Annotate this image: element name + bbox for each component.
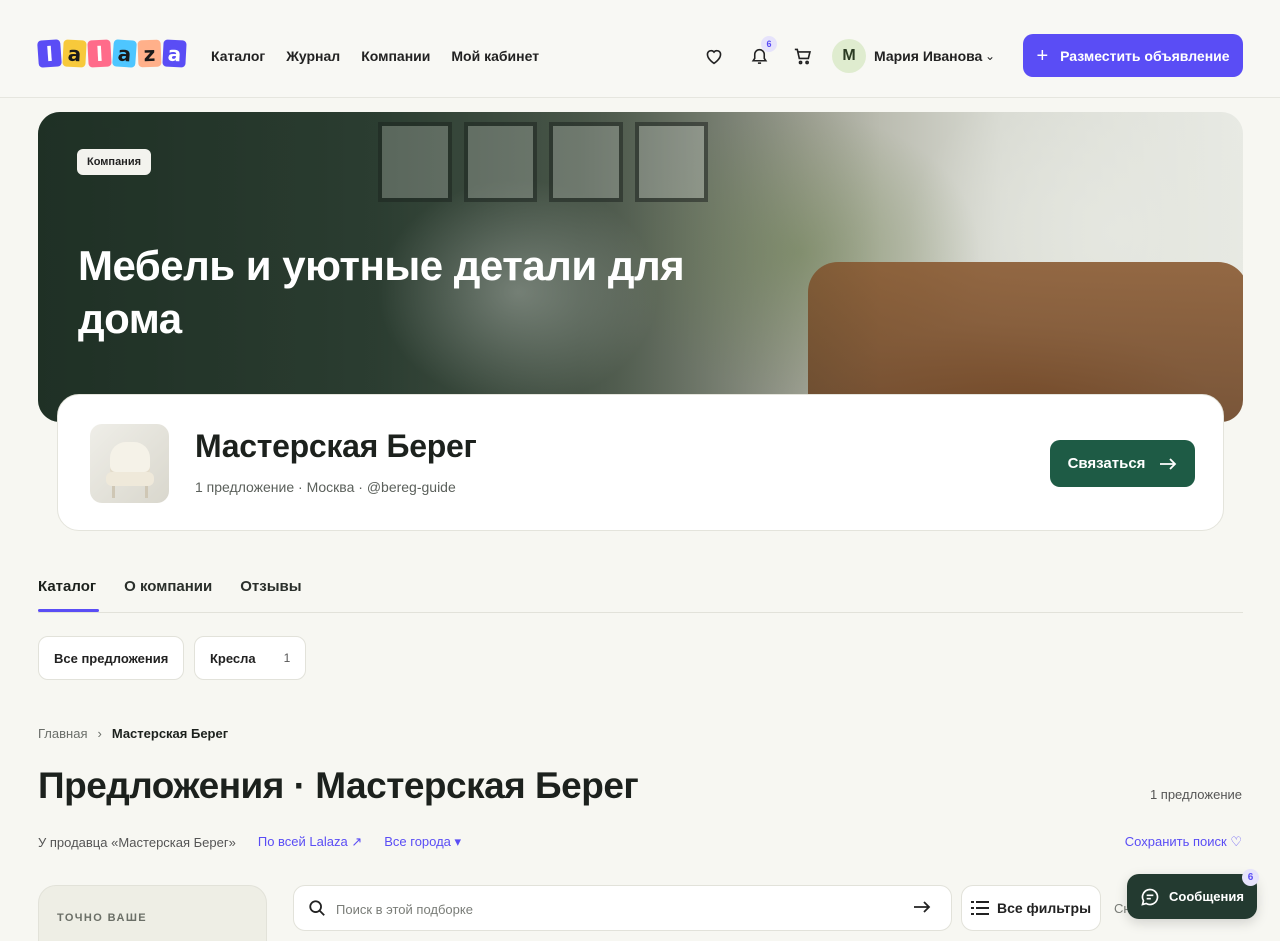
tab-reviews[interactable]: Отзывы xyxy=(240,578,301,595)
logo-letter: a xyxy=(162,39,187,68)
filters-icon xyxy=(970,901,989,915)
messages-button[interactable]: Сообщения xyxy=(1127,874,1257,919)
nav-catalog[interactable]: Каталог xyxy=(211,48,265,64)
arrow-right-icon xyxy=(1160,457,1177,470)
chevron-down-icon[interactable]: ⌄ xyxy=(985,49,995,63)
breadcrumb-home[interactable]: Главная xyxy=(38,726,87,741)
avatar[interactable]: М xyxy=(832,39,866,73)
chat-icon xyxy=(1141,888,1159,906)
recommendations-label: ТОЧНО ВАШЕ xyxy=(57,912,148,924)
all-filters-label: Все фильтры xyxy=(996,900,1092,916)
chip-label: Все предложения xyxy=(54,650,169,666)
notifications-count-badge: 6 xyxy=(761,36,777,52)
tabs-divider xyxy=(38,612,1243,613)
company-avatar-image xyxy=(90,424,169,503)
tab-about[interactable]: О компании xyxy=(124,578,212,595)
main-nav: Каталог Журнал Компании Мой кабинет xyxy=(211,48,539,64)
logo-letter: l xyxy=(37,39,62,68)
seller-scope: У продавца «Мастерская Берег» xyxy=(38,834,236,850)
company-name: Мастерская Берег xyxy=(195,428,477,464)
chevron-right-icon: › xyxy=(97,726,102,741)
logo-letter: a xyxy=(62,39,87,68)
nav-journal[interactable]: Журнал xyxy=(286,48,340,64)
post-listing-button[interactable]: + Разместить объявление xyxy=(1023,34,1243,77)
company-card: Мастерская Берег 1 предложение · Москва … xyxy=(57,394,1224,531)
contact-button-label: Связаться xyxy=(1067,455,1146,472)
chip-count: 1 xyxy=(283,651,291,665)
page-title: Предложения · Мастерская Берег xyxy=(38,765,639,806)
logo-letter: l xyxy=(87,39,112,68)
messages-count-badge: 6 xyxy=(1242,869,1259,886)
city-select[interactable]: Все города ▾ xyxy=(384,834,461,850)
scope-filters: У продавца «Мастерская Берег» По всей La… xyxy=(38,834,461,850)
search-icon xyxy=(309,900,325,916)
chip-armchairs[interactable]: Кресла 1 xyxy=(194,636,307,680)
user-name[interactable]: Мария Иванова xyxy=(874,48,982,64)
cart-icon[interactable] xyxy=(792,45,814,67)
plus-icon: + xyxy=(1036,44,1049,67)
site-header: l a l a z a Каталог Журнал Компании Мой … xyxy=(0,0,1280,98)
hero-banner: Компания Мебель и уютные детали для дома xyxy=(38,112,1243,422)
save-search-link[interactable]: Сохранить поиск ♡ xyxy=(1125,834,1242,850)
chip-label: Кресла xyxy=(210,650,256,666)
recommendations-card: ТОЧНО ВАШЕ xyxy=(38,885,267,941)
logo-letter: a xyxy=(112,39,137,68)
company-tabs: Каталог О компании Отзывы xyxy=(38,578,302,595)
company-meta: 1 предложение · Москва · @bereg-guide xyxy=(195,479,456,495)
breadcrumb-current: Мастерская Берег xyxy=(111,726,229,741)
tab-catalog[interactable]: Каталог xyxy=(38,578,96,595)
post-listing-label: Разместить объявление xyxy=(1060,47,1230,64)
arrow-right-icon[interactable] xyxy=(913,899,931,915)
logo-letter: z xyxy=(137,39,162,68)
all-filters-button[interactable]: Все фильтры xyxy=(961,885,1101,931)
heart-icon[interactable] xyxy=(703,45,725,67)
lalaza-logo[interactable]: l a l a z a xyxy=(37,39,187,68)
breadcrumb: Главная › Мастерская Берег xyxy=(38,726,228,741)
offer-count: 1 предложение xyxy=(1149,787,1242,802)
collection-search xyxy=(293,885,952,931)
company-badge: Компания xyxy=(77,149,152,175)
nav-my-account[interactable]: Мой кабинет xyxy=(451,48,539,64)
contact-button[interactable]: Связаться xyxy=(1050,440,1195,487)
nav-companies[interactable]: Компании xyxy=(361,48,430,64)
messages-label: Сообщения xyxy=(1169,889,1244,904)
search-input[interactable] xyxy=(336,896,896,922)
all-lalaza-link[interactable]: По всей Lalaza ↗ xyxy=(258,834,362,850)
chip-all-offers[interactable]: Все предложения xyxy=(38,636,185,680)
hero-title: Мебель и уютные детали для дома xyxy=(78,242,685,342)
